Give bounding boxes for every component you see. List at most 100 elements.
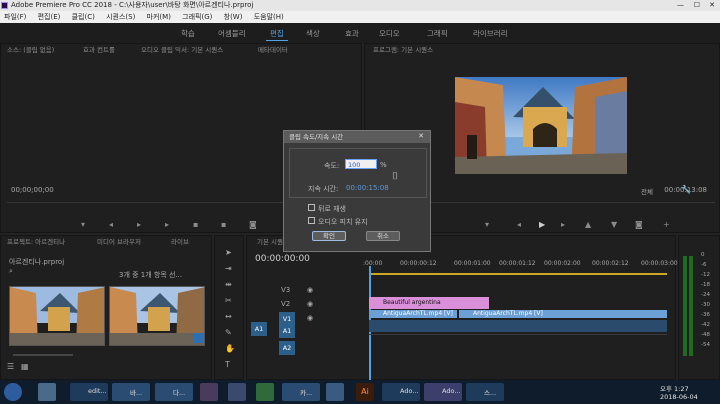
toggle-output-icon[interactable]: ◉ [307, 300, 313, 308]
overwrite-icon[interactable]: ▪ [221, 220, 226, 229]
taskbar-premiere[interactable]: Ado... [424, 383, 462, 401]
step-forward-icon[interactable]: ▸ [561, 220, 565, 229]
video-clip-2[interactable]: AntiguaArchTL.mp4 [V] [459, 310, 667, 318]
taskbar-label: edit... [88, 387, 107, 395]
antigua-arch-scene [455, 77, 627, 174]
workspace-tab-effects[interactable]: 효과 [345, 28, 359, 39]
type-tool-icon[interactable]: T [225, 360, 230, 369]
link-icon[interactable]: ⌷ [392, 171, 398, 182]
taskbar-folder-icon[interactable] [38, 383, 56, 401]
export-frame-icon[interactable]: ◙ [249, 220, 257, 229]
video-clip-1[interactable]: AntiguaArchTL.mp4 [V] [369, 310, 457, 318]
insert-icon[interactable]: ▪ [193, 220, 198, 229]
toggle-output-icon[interactable]: ◉ [307, 286, 313, 294]
speed-input[interactable]: 100 [345, 159, 377, 169]
selection-tool-icon[interactable]: ➤ [225, 248, 232, 257]
workspace-tab-libraries[interactable]: 라이브러리 [473, 28, 508, 39]
search-icon[interactable]: ⌕ [9, 267, 13, 276]
menu-help[interactable]: 도움말(H) [254, 13, 284, 21]
workspace-bar: 학습 어셈블리 편집 색상 효과 오디오 그래픽 라이브러리 [0, 23, 720, 43]
list-view-icon[interactable]: ☰ [7, 362, 14, 371]
audio-clip-a1[interactable] [369, 320, 667, 332]
cancel-button[interactable]: 취소 [366, 231, 400, 241]
extract-icon[interactable]: ▼ [611, 220, 617, 229]
export-frame-icon[interactable]: ◙ [635, 220, 643, 229]
thumbnail-zoom-slider[interactable] [13, 354, 73, 356]
tab-libraries[interactable]: 라이브 [171, 236, 189, 249]
workspace-tab-audio[interactable]: 오디오 [379, 28, 400, 39]
timeline-ruler[interactable]: :00:00 00:00:00:12 00:00:01:00 00:00:01:… [363, 260, 678, 274]
project-item-thumbnail-2[interactable] [109, 286, 205, 346]
taskbar-photoshop[interactable]: Ado... [382, 383, 420, 401]
workspace-tab-editing[interactable]: 편집 [270, 28, 284, 39]
razor-tool-icon[interactable]: ✂ [225, 296, 232, 305]
menu-file[interactable]: 파일(F) [4, 13, 26, 21]
play-icon[interactable]: ▸ [137, 220, 141, 229]
menu-sequence[interactable]: 시퀀스(S) [106, 13, 135, 21]
ruler-tick: 00:00:02:12 [592, 260, 629, 267]
close-icon[interactable]: ✕ [418, 132, 424, 140]
menu-window[interactable]: 창(W) [224, 13, 243, 21]
track-a1-target[interactable]: A1 [279, 324, 295, 338]
tab-audio-clip-mixer[interactable]: 오디오 클립 믹서: 기본 시퀀스 [141, 44, 223, 57]
taskbar-app-icon[interactable] [200, 383, 218, 401]
slip-tool-icon[interactable]: ↔ [225, 312, 232, 321]
source-panel-tabs: 소스: (클립 없음) 효과 컨트롤 오디오 클립 믹서: 기본 시퀀스 메타데… [1, 44, 361, 57]
program-fit-select[interactable]: 전체 [641, 186, 653, 196]
track-select-tool-icon[interactable]: ⇥ [225, 264, 232, 273]
track-v2-label: V2 [281, 300, 291, 308]
step-back-icon[interactable]: ◂ [109, 220, 113, 229]
lift-icon[interactable]: ▲ [585, 220, 591, 229]
mark-in-icon[interactable]: ▾ [485, 220, 489, 229]
wrench-icon[interactable]: 🔧 [681, 185, 691, 194]
minimize-button[interactable]: — [677, 0, 684, 11]
close-button[interactable]: ✕ [709, 0, 715, 11]
ripple-edit-tool-icon[interactable]: ⇹ [225, 280, 232, 289]
project-item-thumbnail-1[interactable] [9, 286, 105, 346]
tab-source[interactable]: 소스: (클립 없음) [7, 44, 54, 57]
ok-button[interactable]: 확인 [312, 231, 346, 241]
taskbar-window-6[interactable]: 카... [282, 383, 320, 401]
start-button[interactable] [4, 383, 22, 401]
mark-in-icon[interactable]: ▾ [81, 220, 85, 229]
tab-metadata[interactable]: 메타데이터 [258, 44, 288, 57]
workspace-tab-color[interactable]: 색상 [306, 28, 320, 39]
taskbar-label: 스... [484, 389, 497, 397]
taskbar-window-3[interactable]: 다... [155, 383, 193, 401]
toggle-output-icon[interactable]: ◉ [307, 314, 313, 322]
add-button-icon[interactable]: + [663, 220, 670, 229]
step-back-icon[interactable]: ◂ [517, 220, 521, 229]
step-forward-icon[interactable]: ▸ [165, 220, 169, 229]
taskbar-chrome[interactable]: edit... [70, 383, 108, 401]
reverse-speed-checkbox[interactable] [308, 204, 315, 211]
source-patch-a1[interactable]: A1 [251, 322, 267, 336]
track-divider [369, 334, 667, 335]
illustrator-icon[interactable]: Ai [356, 383, 374, 401]
taskbar-app-icon[interactable] [228, 383, 246, 401]
duration-value[interactable]: 00:00:15:08 [346, 184, 389, 192]
pen-tool-icon[interactable]: ✎ [225, 328, 232, 337]
track-a2-target[interactable]: A2 [279, 341, 295, 355]
menu-clip[interactable]: 클립(C) [72, 13, 95, 21]
tab-project[interactable]: 프로젝트: 아르겐티나 [7, 236, 65, 249]
title-clip[interactable]: Beautiful argentina [369, 297, 489, 309]
taskbar-window-2[interactable]: 바... [112, 383, 150, 401]
tab-effect-controls[interactable]: 효과 컨트롤 [83, 44, 115, 57]
workspace-tab-learn[interactable]: 학습 [181, 28, 195, 39]
workspace-tab-graphics[interactable]: 그래픽 [427, 28, 448, 39]
tab-media-browser[interactable]: 미디어 브라우저 [97, 236, 141, 249]
hand-tool-icon[interactable]: ✋ [225, 344, 235, 353]
icon-view-icon[interactable]: ▦ [21, 362, 29, 371]
play-icon[interactable]: ▶ [539, 220, 545, 229]
menu-marker[interactable]: 마커(M) [147, 13, 171, 21]
tab-program[interactable]: 프로그램: 기본 시퀀스 [373, 44, 433, 57]
taskbar-app-icon[interactable] [256, 383, 274, 401]
workspace-tab-assembly[interactable]: 어셈블리 [218, 28, 246, 39]
work-area-bar[interactable] [369, 273, 667, 275]
taskbar-window-12[interactable]: 스... [466, 383, 504, 401]
menu-edit[interactable]: 편집(E) [38, 13, 61, 21]
maintain-pitch-checkbox[interactable] [308, 217, 315, 224]
taskbar-app-icon[interactable] [326, 383, 344, 401]
maximize-button[interactable]: ☐ [694, 0, 700, 11]
menu-graphics[interactable]: 그래픽(G) [182, 13, 212, 21]
